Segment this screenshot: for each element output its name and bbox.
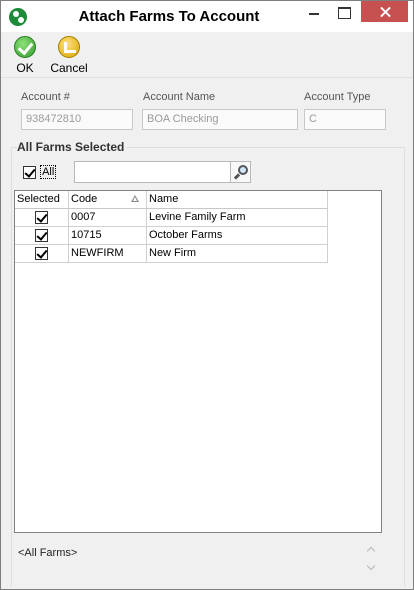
- row-checkbox[interactable]: [35, 228, 48, 242]
- ok-button[interactable]: OK: [11, 36, 39, 75]
- select-all-label: All: [40, 165, 57, 179]
- header-name[interactable]: Name: [147, 191, 328, 209]
- table-row[interactable]: 10715 October Farms: [15, 227, 328, 245]
- toolbar: OK Cancel: [1, 32, 413, 78]
- account-name-field: BOA Checking: [142, 109, 298, 130]
- account-type-label: Account Type: [304, 91, 371, 103]
- select-all-check-icon: [23, 165, 36, 179]
- search-icon-handle: [233, 173, 241, 180]
- row-name: New Firm: [147, 245, 328, 263]
- farm-search-input[interactable]: [74, 161, 232, 183]
- row-selected-cell[interactable]: [15, 209, 69, 227]
- row-checkbox[interactable]: [35, 246, 48, 260]
- filter-text: <All Farms>: [18, 547, 78, 559]
- table-row[interactable]: 0007 Levine Family Farm: [15, 209, 328, 227]
- farms-grid[interactable]: Selected Code Name 0007 Levine Family Fa…: [14, 190, 382, 533]
- ok-label: OK: [16, 61, 34, 75]
- scroll-up-icon[interactable]: [367, 545, 377, 555]
- farms-section-title: All Farms Selected: [17, 140, 128, 154]
- row-code: 10715: [69, 227, 147, 245]
- header-selected[interactable]: Selected: [15, 191, 69, 209]
- row-code: 0007: [69, 209, 147, 227]
- sort-ascending-icon: [131, 195, 139, 202]
- row-name: Levine Family Farm: [147, 209, 328, 227]
- select-all-checkbox[interactable]: All: [23, 165, 57, 179]
- row-code: NEWFIRM: [69, 245, 147, 263]
- maximize-button[interactable]: [329, 1, 358, 22]
- search-button[interactable]: [230, 161, 251, 183]
- account-number-label: Account #: [21, 91, 70, 103]
- search-icon: [238, 165, 248, 175]
- row-checkbox[interactable]: [35, 210, 48, 224]
- account-number-field: 938472810: [21, 109, 133, 130]
- undo-arrow-icon: [58, 36, 80, 58]
- row-selected-cell[interactable]: [15, 227, 69, 245]
- attach-farms-dialog: Attach Farms To Account OK Cancel Accoun…: [0, 0, 414, 590]
- row-name: October Farms: [147, 227, 328, 245]
- account-type-field: C: [304, 109, 386, 130]
- cancel-label: Cancel: [50, 61, 88, 75]
- account-name-label: Account Name: [143, 91, 216, 103]
- cancel-button[interactable]: Cancel: [49, 36, 89, 75]
- minimize-button[interactable]: [300, 1, 329, 22]
- row-selected-cell[interactable]: [15, 245, 69, 263]
- scroll-down-icon[interactable]: [367, 563, 377, 573]
- checkmark-icon: [14, 36, 36, 58]
- table-row[interactable]: NEWFIRM New Firm: [15, 245, 328, 263]
- header-code[interactable]: Code: [69, 191, 147, 209]
- filter-bar: <All Farms>: [14, 541, 382, 581]
- close-button[interactable]: [361, 1, 408, 22]
- header-code-label: Code: [71, 193, 98, 205]
- title-bar[interactable]: Attach Farms To Account: [1, 1, 413, 32]
- grid-header-row: Selected Code Name: [15, 191, 328, 209]
- window-title: Attach Farms To Account: [78, 8, 260, 25]
